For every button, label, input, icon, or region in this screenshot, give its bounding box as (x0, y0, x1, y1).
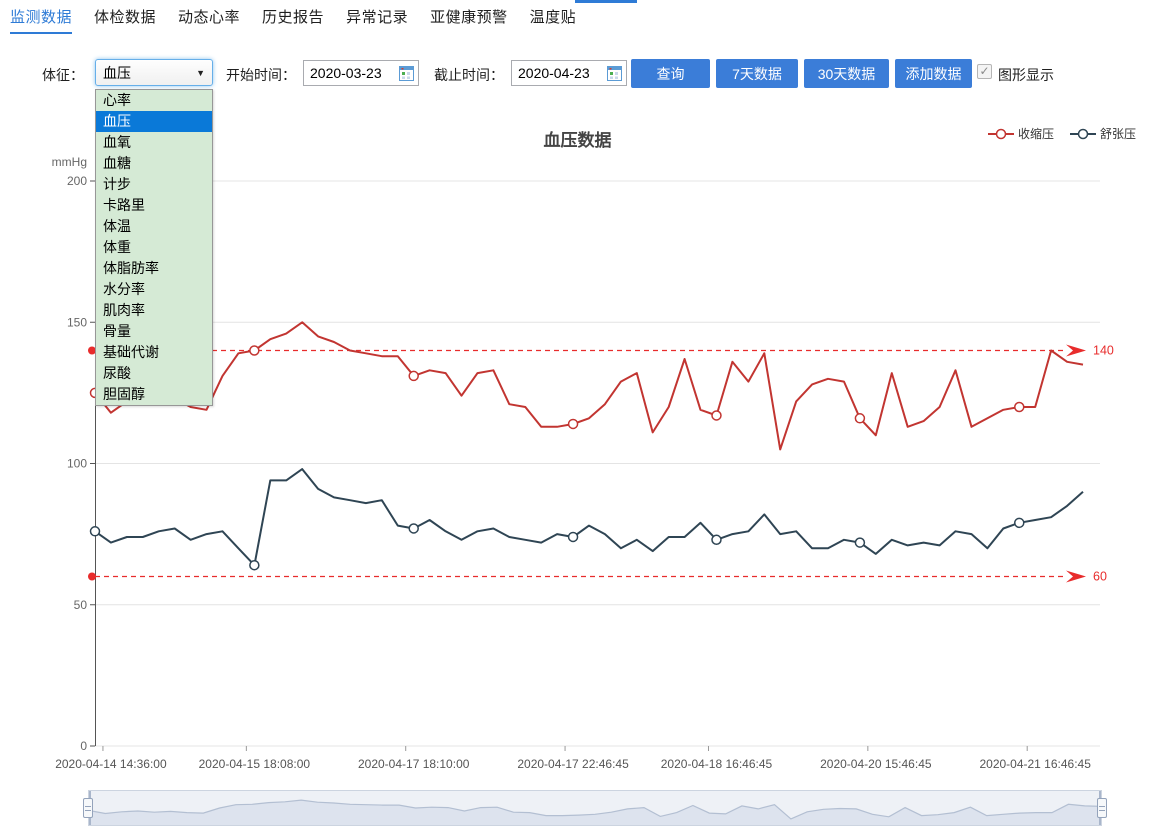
sign-dropdown-list: 心率血压血氧血糖计步卡路里体温体重体脂肪率水分率肌肉率骨量基础代谢尿酸胆固醇 (95, 89, 213, 406)
datazoom-slider[interactable] (88, 790, 1102, 826)
dropdown-option-10[interactable]: 水分率 (96, 279, 212, 300)
svg-text:50: 50 (74, 598, 88, 612)
svg-text:2020-04-15 18:08:00: 2020-04-15 18:08:00 (199, 757, 311, 771)
legend-label: 收缩压 (1018, 125, 1054, 142)
svg-text:200: 200 (67, 174, 87, 188)
calendar-icon[interactable] (607, 66, 622, 81)
graph-display-label: 图形显示 (998, 65, 1054, 85)
dropdown-option-12[interactable]: 骨量 (96, 321, 212, 342)
tab-2[interactable]: 体检数据 (94, 6, 156, 34)
app-root: 监测数据体检数据动态心率历史报告异常记录亚健康预警温度贴 体征： 血压 ▼ 开始… (0, 0, 1163, 830)
button-2[interactable]: 7天数据 (716, 59, 798, 88)
dropdown-option-5[interactable]: 计步 (96, 174, 212, 195)
calendar-icon[interactable] (399, 66, 414, 81)
dropdown-option-14[interactable]: 尿酸 (96, 363, 212, 384)
svg-text:2020-04-18 16:46:45: 2020-04-18 16:46:45 (661, 757, 773, 771)
sign-select-value: 血压 (103, 63, 131, 83)
svg-text:2020-04-17 18:10:00: 2020-04-17 18:10:00 (358, 757, 470, 771)
start-date-input[interactable]: 2020-03-23 (303, 60, 419, 86)
legend-item-2[interactable]: 舒张压 (1070, 125, 1136, 142)
tab-4[interactable]: 历史报告 (262, 6, 324, 34)
tab-3[interactable]: 动态心率 (178, 6, 240, 34)
start-time-label: 开始时间： (226, 65, 296, 85)
chart-title: 血压数据 (75, 126, 1080, 151)
tab-6[interactable]: 亚健康预警 (430, 6, 508, 34)
dropdown-option-9[interactable]: 体脂肪率 (96, 258, 212, 279)
legend-label: 舒张压 (1100, 125, 1136, 142)
chart-legend: 收缩压 舒张压 (988, 125, 1136, 142)
tab-1[interactable]: 监测数据 (10, 6, 72, 34)
svg-text:150: 150 (67, 315, 87, 329)
svg-text:60: 60 (1093, 570, 1107, 584)
dropdown-option-15[interactable]: 胆固醇 (96, 384, 212, 405)
button-1[interactable]: 查询 (631, 59, 710, 88)
dropdown-option-11[interactable]: 肌肉率 (96, 300, 212, 321)
sign-label: 体征： (42, 65, 84, 85)
svg-text:140: 140 (1093, 344, 1114, 358)
tab-7[interactable]: 温度贴 (530, 6, 577, 34)
legend-marker-icon (988, 128, 1014, 140)
dropdown-option-6[interactable]: 卡路里 (96, 195, 212, 216)
chevron-down-icon: ▼ (196, 68, 205, 78)
end-date-value: 2020-04-23 (518, 65, 590, 81)
svg-text:0: 0 (80, 739, 87, 753)
dropdown-option-13[interactable]: 基础代谢 (96, 342, 212, 363)
datazoom-left-handle[interactable] (83, 798, 93, 818)
dropdown-option-8[interactable]: 体重 (96, 237, 212, 258)
button-4[interactable]: 添加数据 (895, 59, 972, 88)
dropdown-option-2[interactable]: 血压 (96, 111, 212, 132)
graph-display-checkbox[interactable]: ✓ (977, 64, 992, 79)
svg-text:2020-04-21 16:46:45: 2020-04-21 16:46:45 (979, 757, 1091, 771)
datazoom-right-handle[interactable] (1097, 798, 1107, 818)
legend-marker-icon (1070, 128, 1096, 140)
svg-text:100: 100 (67, 457, 87, 471)
sign-select[interactable]: 血压 ▼ (95, 59, 213, 86)
dropdown-option-4[interactable]: 血糖 (96, 153, 212, 174)
main-nav: 监测数据体检数据动态心率历史报告异常记录亚健康预警温度贴 (10, 6, 576, 34)
svg-text:2020-04-17 22:46:45: 2020-04-17 22:46:45 (517, 757, 629, 771)
dropdown-option-3[interactable]: 血氧 (96, 132, 212, 153)
end-date-input[interactable]: 2020-04-23 (511, 60, 627, 86)
button-3[interactable]: 30天数据 (804, 59, 889, 88)
tab-5[interactable]: 异常记录 (346, 6, 408, 34)
start-date-value: 2020-03-23 (310, 65, 382, 81)
datazoom-preview (89, 791, 1101, 825)
svg-text:2020-04-14 14:36:00: 2020-04-14 14:36:00 (55, 757, 167, 771)
svg-text:mmHg: mmHg (52, 155, 87, 169)
svg-text:2020-04-20 15:46:45: 2020-04-20 15:46:45 (820, 757, 932, 771)
dropdown-option-1[interactable]: 心率 (96, 90, 212, 111)
toolbar-buttons: 查询7天数据30天数据添加数据 (631, 59, 972, 88)
legend-item-1[interactable]: 收缩压 (988, 125, 1054, 142)
dropdown-option-7[interactable]: 体温 (96, 216, 212, 237)
end-time-label: 截止时间： (434, 65, 504, 85)
